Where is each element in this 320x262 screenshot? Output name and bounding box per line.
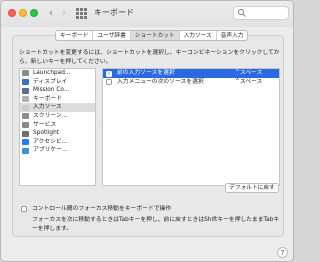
close-window-button[interactable] xyxy=(8,9,16,17)
tab-2[interactable]: ユーザ辞書 xyxy=(93,31,131,40)
search-input[interactable] xyxy=(233,6,289,20)
forward-button[interactable]: › xyxy=(58,6,70,20)
keyboard-navigation-label: コントロール間のフォーカス移動をキーボードで操作 xyxy=(32,206,172,212)
accessibility-icon xyxy=(22,139,29,146)
app-shortcuts-icon xyxy=(22,147,29,154)
category-item[interactable]: キーボード xyxy=(20,95,95,104)
back-button[interactable]: ‹ xyxy=(45,6,57,20)
category-label: キーボード xyxy=(33,95,62,102)
title-bar: ‹ › キーボード xyxy=(1,1,293,27)
preferences-window: ‹ › キーボード ショートカットを変更するには、ショートカットを選択し、キーコ… xyxy=(0,0,294,262)
restore-defaults-button[interactable]: デフォルトに戻す xyxy=(225,183,279,193)
tab-bar: キーボード ユーザ辞書 ショートカット 入力ソース 音声入力 xyxy=(55,30,249,41)
category-item[interactable]: 入力ソース xyxy=(20,103,95,112)
services-icon xyxy=(22,121,29,128)
display-icon xyxy=(22,78,29,85)
category-item[interactable]: Spotlight xyxy=(20,129,95,138)
category-item[interactable]: Mission Co… xyxy=(20,86,95,95)
category-label: アクセシビ… xyxy=(33,138,68,145)
show-all-grid-icon[interactable] xyxy=(76,8,87,19)
category-label: ディスプレイ xyxy=(33,78,68,85)
tab-3[interactable]: ショートカット xyxy=(130,31,180,40)
category-label: サービス xyxy=(33,121,57,128)
category-label: アプリケー… xyxy=(33,147,68,154)
category-label: Launchpad… xyxy=(33,70,71,76)
shortcut-row[interactable]: ✓ 前の入力ソースを選択 ^スペース xyxy=(103,69,279,78)
tab-5[interactable]: 音声入力 xyxy=(217,31,248,40)
help-button[interactable]: ? xyxy=(277,247,288,258)
category-item[interactable]: Launchpad… xyxy=(20,69,95,78)
input-sources-icon xyxy=(22,104,29,111)
shortcut-label: 入力メニューの次のソースを選択 xyxy=(117,78,204,85)
category-item[interactable]: サービス xyxy=(20,121,95,130)
zoom-window-button[interactable] xyxy=(30,9,38,17)
screenshot-icon xyxy=(22,113,29,120)
shortcut-key[interactable]: ^スペース xyxy=(235,69,262,78)
shortcut-enable-checkbox[interactable]: ✓ xyxy=(106,70,112,77)
spotlight-icon xyxy=(22,130,29,137)
window-title: キーボード xyxy=(94,8,134,17)
tab-4[interactable]: 入力ソース xyxy=(180,31,217,40)
shortcut-list[interactable]: ✓ 前の入力ソースを選択 ^スペース 入力メニューの次のソースを選択 ^スペース xyxy=(102,68,280,186)
category-item[interactable]: アプリケー… xyxy=(20,146,95,155)
category-item[interactable]: スクリーン… xyxy=(20,112,95,121)
instructions-text: ショートカットを変更するには、ショートカットを選択し、キーコンビネーションをクリ… xyxy=(19,50,280,65)
minimize-window-button[interactable] xyxy=(19,9,27,17)
category-label: 入力ソース xyxy=(33,104,62,111)
category-item[interactable]: ディスプレイ xyxy=(20,78,95,87)
search-icon xyxy=(237,8,246,17)
tab-1[interactable]: キーボード xyxy=(56,31,94,40)
mission-control-icon xyxy=(22,87,29,94)
keyboard-icon xyxy=(22,96,29,103)
launchpad-icon xyxy=(22,70,29,77)
keyboard-navigation-checkbox[interactable] xyxy=(21,206,27,212)
shortcut-key[interactable]: ^スペース xyxy=(235,78,262,87)
shortcuts-panel: ショートカットを変更するには、ショートカットを選択し、キーコンビネーションをクリ… xyxy=(12,35,284,237)
shortcut-row[interactable]: 入力メニューの次のソースを選択 ^スペース xyxy=(103,78,279,87)
shortcut-enable-checkbox[interactable] xyxy=(106,79,112,86)
category-label: Mission Co… xyxy=(33,87,70,94)
category-label: Spotlight xyxy=(33,130,60,137)
shortcut-label: 前の入力ソースを選択 xyxy=(117,70,175,76)
category-item[interactable]: アクセシビ… xyxy=(20,138,95,147)
category-list[interactable]: Launchpad… ディスプレイ Mission Co… キーボード入力ソース スクリ… xyxy=(19,68,96,186)
keyboard-navigation-description: フォーカスを次に移動するときはTabキーを押し、前に戻すときはShiftキーを押… xyxy=(32,217,280,232)
category-label: スクリーン… xyxy=(33,112,68,119)
